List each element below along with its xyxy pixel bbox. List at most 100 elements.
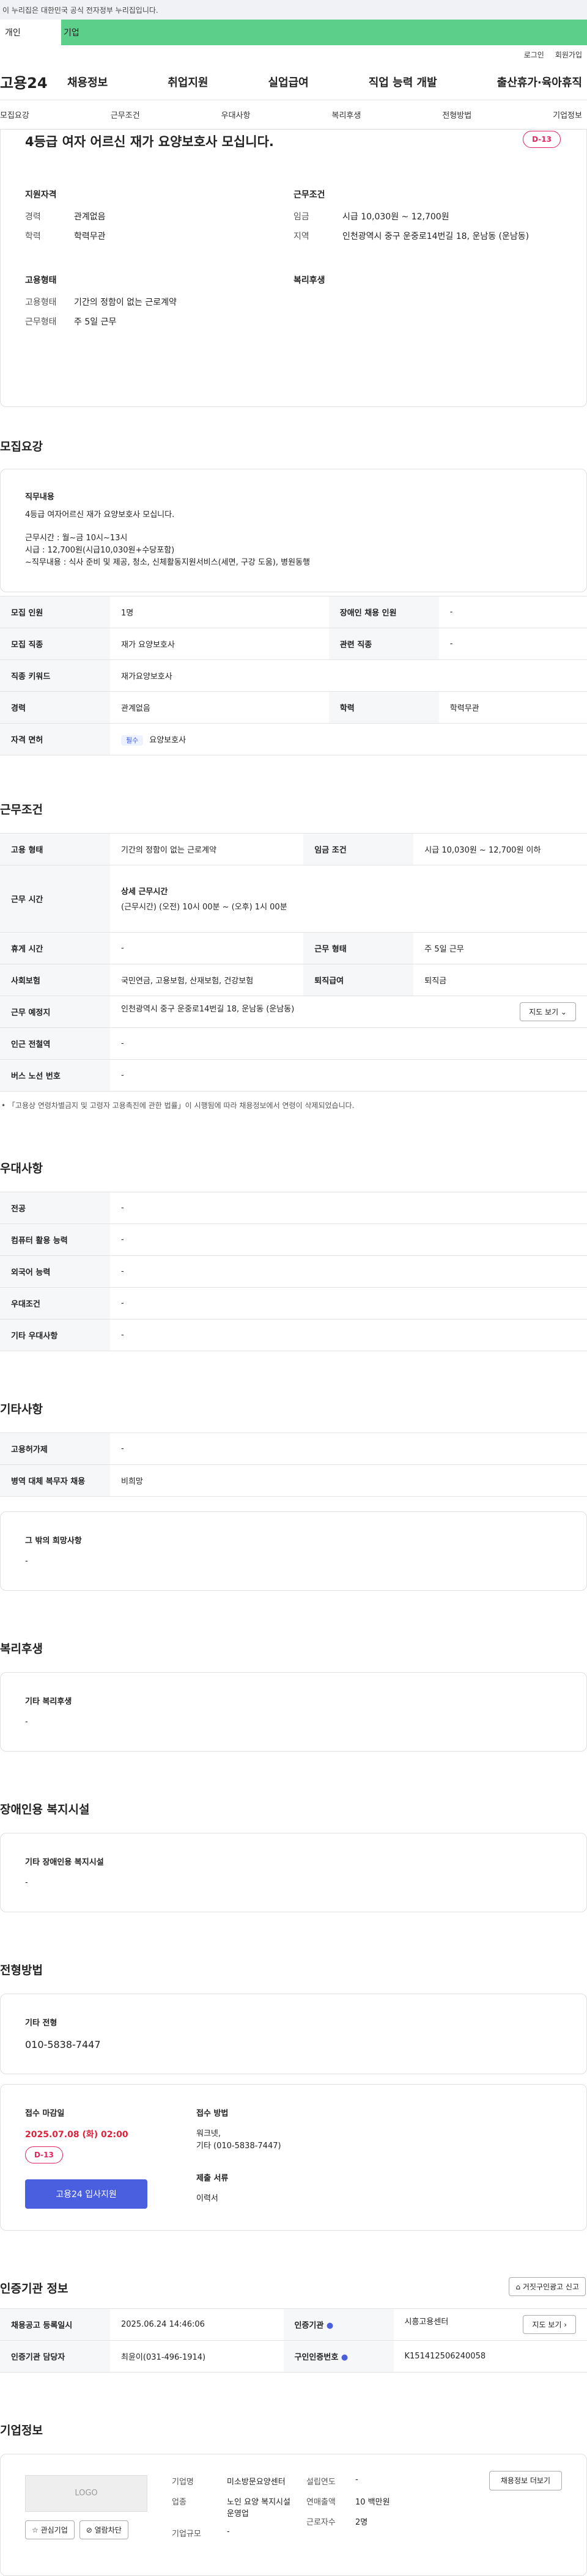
cell-v: 국민연금, 고용보험, 산재보험, 건강보험 [110,964,304,996]
info-icon[interactable]: ● [327,2321,333,2330]
work-title: 근무조건 [0,802,43,816]
gnb-item-employment-support[interactable]: 취업지원 [168,74,208,90]
recruit-table: 모집 인원 1명 장애인 채용 인원 - 모집 직종 재가 요양보호사 관련 직종 - 직종… [0,595,587,755]
corp-name-k: 기업명 [172,2477,194,2487]
method-value-1: 워크넷, [196,2129,221,2138]
gnb-item-leave[interactable]: 출산휴가·육아휴직 [497,74,582,90]
table-row: 모집 직종 재가 요양보호사 관련 직종 - [0,628,587,660]
lnb-corp[interactable]: 기업정보 [553,109,582,120]
gov-notice-text: 이 누리집은 대한민국 공식 전자정부 누리집입니다. [2,6,158,15]
cert-map-button[interactable]: 지도 보기 › [523,2314,576,2334]
gnb-item-training[interactable]: 직업 능력 개발 [369,74,437,90]
cell-k: 전공 [0,1192,110,1224]
lnb-work[interactable]: 근무조건 [111,109,140,120]
qual-edu-k: 학력 [25,232,41,241]
report-false-ad-button[interactable]: ⌂ 거짓구인광고 신고 [509,2277,586,2296]
cell-k: 직종 키워드 [0,659,110,692]
license-k: 자격 면허 [0,723,110,755]
cell-v: 비희망 [110,1464,587,1497]
cell-v: 인천광역시 중구 운중로14번길 18, 운남동 (운남동) 지도 보기 ⌄ [110,996,587,1028]
lnb-pref[interactable]: 우대사항 [221,109,251,120]
lnb-selection[interactable]: 전형방법 [442,109,471,120]
table-row: 채용공고 등록일시 2025.06.24 14:46:06 인증기관 ● 시흥고용센터… [0,2308,587,2341]
cond-wage-k: 임금 [294,212,309,222]
cond-wage-v: 시급 10,030원 ~ 12,700원 [342,212,449,222]
tab-company[interactable]: 기업 [61,20,587,45]
emp-shape-k: 근무형태 [25,317,57,327]
info-icon[interactable]: ● [341,2353,348,2362]
corp-year-v: - [355,2475,358,2484]
table-row: 병역 대체 복무자 채용 비희망 [0,1464,587,1497]
table-row: 자격 면허 필수 요양보호사 [0,723,587,755]
corp-scale-k: 기업규모 [172,2529,201,2539]
work-table: 고용 형태 기간의 정함이 없는 근로계약 임금 조건 시급 10,030원 ~ 12… [0,832,587,1092]
table-row: 버스 노선 번호 - [0,1059,587,1092]
cert-org-v: 시흥고용센터 [404,2317,449,2327]
cond-area-k: 지역 [294,232,309,241]
qual-career-v: 관계없음 [74,212,106,222]
site-logo[interactable]: 고용24 [0,71,67,92]
cell-k: 장애인 채용 인원 [328,596,439,628]
block-view-button[interactable]: ⊘ 열람차단 [79,2520,128,2539]
block-icon: ⊘ [86,2525,95,2534]
gnb-item-unemployment[interactable]: 실업급여 [268,74,309,90]
selection-title: 전형방법 [0,1963,43,1977]
lnb-welfare[interactable]: 복리후생 [331,109,361,120]
cell-k: 외국어 능력 [0,1255,110,1288]
disabled-section: 장애인용 복지시설 기타 장애인용 복지시설 - [0,1800,587,1912]
section-nav: 모집요강 근무조건 우대사항 복리후생 전형방법 기업정보 [0,100,587,130]
table-row: 휴게 시간 - 근무 형태 주 5일 근무 [0,932,587,964]
cell-v: - [110,1255,587,1288]
duty-heading: 직무내용 [25,493,54,502]
duty-line: 시급 : 12,700원(시급10,030원+수당포함) [25,546,175,556]
pref-section: 우대사항 전공 - 컴퓨터 활용 능력 - 외국어 능력 - 우대조건 - 기타 우대사… [0,1159,587,1351]
cell-v: 시흥고용센터 지도 보기 › [393,2308,587,2341]
cell-v: 학력무관 [438,691,587,724]
cert-table: 채용공고 등록일시 2025.06.24 14:46:06 인증기관 ● 시흥고용센터… [0,2308,587,2372]
apply-button[interactable]: 고용24 입사지원 [25,2179,147,2209]
cell-v: 2025.06.24 14:46:06 [110,2308,284,2341]
cell-k: 모집 직종 [0,628,110,660]
more-jobs-button[interactable]: 채용정보 더보기 [489,2470,562,2490]
corp-scale-v: - [227,2526,230,2536]
cell-v: 시급 10,030원 ~ 12,700원 이하 [413,833,587,865]
table-row: 직종 키워드 재가요양보호사 [0,659,587,692]
cell-v: 기간의 정함이 없는 근로계약 [110,833,304,865]
disabled-title: 장애인용 복지시설 [0,1802,90,1816]
disabled-value: - [25,1877,28,1887]
table-row: 컴퓨터 활용 능력 - [0,1224,587,1256]
user-type-tabs: 개인 기업 [0,20,587,45]
map-toggle-button[interactable]: 지도 보기 ⌄ [520,1002,576,1021]
tab-personal[interactable]: 개인 [0,20,61,45]
cell-v: K151412506240058 [393,2340,587,2372]
cert-no-k: 구인인증번호 [294,2352,339,2362]
corp-box: LOGO ☆ 관심기업 ⊘ 열람차단 기업명 미소방문요양센터 업종 노인 요양 복… [0,2453,587,2576]
gnb-item-jobs[interactable]: 채용정보 [67,74,108,90]
global-nav: 고용24 채용정보 취업지원 실업급여 직업 능력 개발 출산휴가·육아휴직 [0,64,587,100]
cell-k: 기타 우대사항 [0,1319,110,1351]
signup-link[interactable]: 회원가입 [555,50,582,60]
cell-k: 경력 [0,691,110,724]
corp-industry-v: 노인 요양 복지시설 운영업 [227,2497,290,2519]
pref-title: 우대사항 [0,1161,43,1175]
qual-edu-v: 학력무관 [74,232,106,241]
favorite-company-button[interactable]: ☆ 관심기업 [25,2520,75,2539]
cell-k: 학력 [328,691,439,724]
cell-k: 휴게 시간 [0,932,110,964]
cell-k: 인근 전철역 [0,1027,110,1060]
lnb-recruit[interactable]: 모집요강 [0,109,29,120]
welfare-title: 복리후생 [0,1642,43,1656]
cell-v: 퇴직금 [413,964,587,996]
corp-employees-k: 근로자수 [306,2517,336,2527]
emp-shape-v: 주 5일 근무 [74,317,117,327]
login-link[interactable]: 로그인 [524,50,544,60]
cell-k: 컴퓨터 활용 능력 [0,1224,110,1256]
favorite-label: 관심기업 [40,2525,68,2534]
cell-k: 관련 직종 [328,628,439,660]
table-row: 외국어 능력 - [0,1255,587,1288]
cell-v: - [110,1224,587,1256]
cell-k: 모집 인원 [0,596,110,628]
etc-table: 고용허가제 - 병역 대체 복무자 채용 비희망 [0,1432,587,1497]
cell-v: 관계없음 [110,691,329,724]
cert-org-k: 인증기관 [294,2321,324,2330]
